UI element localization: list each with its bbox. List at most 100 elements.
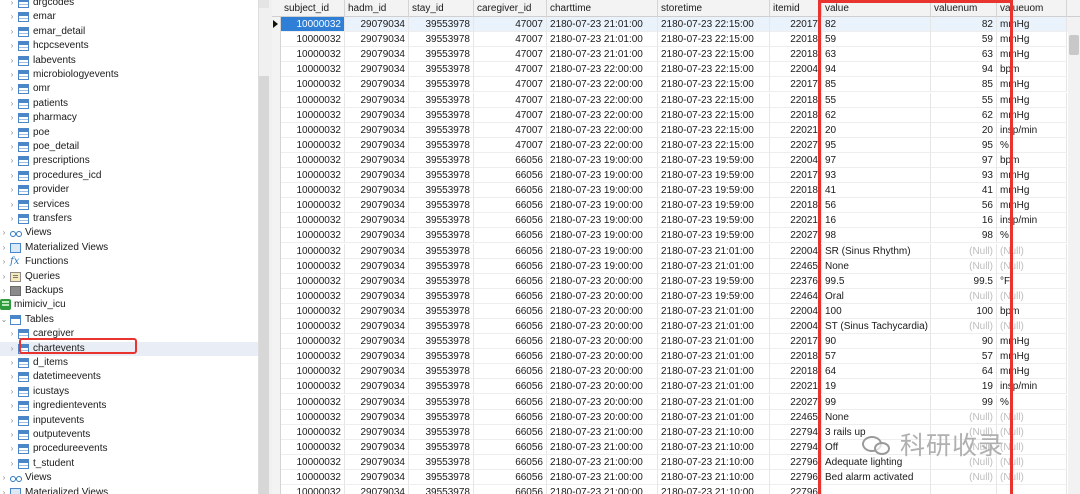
table-row[interactable]: 10000032 29079034 39553978 66056 2180-07-23 … (281, 273, 1080, 289)
cell-subject-id[interactable]: 10000032 (281, 213, 345, 229)
cell-storetime[interactable]: 2180-07-23 22:15:00 (658, 122, 770, 138)
cell-stay-id[interactable]: 39553978 (409, 424, 474, 440)
cell-caregiver-id[interactable]: 47007 (474, 137, 547, 153)
nav-item-emar-detail[interactable]: › emar_detail (0, 25, 258, 39)
cell-itemid[interactable]: 22018 (770, 92, 822, 108)
nav-item-omr[interactable]: › omr (0, 82, 258, 96)
nav-item-functions[interactable]: › fx Functions (0, 255, 258, 269)
nav-item-views[interactable]: › Views (0, 471, 258, 485)
cell-storetime[interactable]: 2180-07-23 21:01:00 (658, 334, 770, 350)
column-header-hadm-id[interactable]: hadm_id (345, 0, 409, 17)
cell-stay-id[interactable]: 39553978 (409, 439, 474, 455)
chevron-right-icon[interactable]: › (8, 399, 16, 413)
cell-storetime[interactable]: 2180-07-23 21:10:00 (658, 439, 770, 455)
cell-hadm-id[interactable]: 29079034 (345, 364, 409, 380)
nav-item-ingredientevents[interactable]: › ingredientevents (0, 399, 258, 413)
table-row[interactable]: 10000032 29079034 39553978 47007 2180-07-23 … (281, 77, 1080, 93)
cell-itemid[interactable]: 22796 (770, 470, 822, 486)
chevron-right-icon[interactable]: › (8, 457, 16, 471)
cell-hadm-id[interactable]: 29079034 (345, 349, 409, 365)
column-header-valueuom[interactable]: valueuom (997, 0, 1067, 17)
cell-caregiver-id[interactable]: 66056 (474, 288, 547, 304)
cell-itemid[interactable]: 22017 (770, 17, 822, 33)
cell-storetime[interactable]: 2180-07-23 19:59:00 (658, 198, 770, 214)
cell-caregiver-id[interactable]: 66056 (474, 213, 547, 229)
cell-caregiver-id[interactable]: 66056 (474, 485, 547, 494)
cell-subject-id[interactable]: 10000032 (281, 152, 345, 168)
cell-charttime[interactable]: 2180-07-23 22:00:00 (547, 92, 658, 108)
cell-itemid[interactable]: 22376 (770, 273, 822, 289)
cell-value[interactable]: None (822, 258, 931, 274)
cell-hadm-id[interactable]: 29079034 (345, 152, 409, 168)
table-row[interactable]: 10000032 29079034 39553978 47007 2180-07-23 … (281, 62, 1080, 78)
cell-charttime[interactable]: 2180-07-23 19:00:00 (547, 168, 658, 184)
table-row[interactable]: 10000032 29079034 39553978 66056 2180-07-23 … (281, 152, 1080, 168)
cell-subject-id[interactable]: 10000032 (281, 228, 345, 244)
cell-hadm-id[interactable]: 29079034 (345, 394, 409, 410)
cell-valueuom[interactable]: mmHg (997, 92, 1067, 108)
cell-stay-id[interactable]: 39553978 (409, 137, 474, 153)
cell-storetime[interactable]: 2180-07-23 22:15:00 (658, 77, 770, 93)
cell-subject-id[interactable]: 10000032 (281, 424, 345, 440)
cell-caregiver-id[interactable]: 47007 (474, 92, 547, 108)
cell-itemid[interactable]: 22004 (770, 152, 822, 168)
cell-storetime[interactable]: 2180-07-23 19:59:00 (658, 288, 770, 304)
cell-charttime[interactable]: 2180-07-23 21:01:00 (547, 32, 658, 48)
cell-value[interactable]: 99 (822, 394, 931, 410)
cell-valuenum[interactable]: (Null) (931, 470, 997, 486)
nav-item-queries[interactable]: › Queries (0, 270, 258, 284)
cell-stay-id[interactable]: 39553978 (409, 168, 474, 184)
cell-valueuom[interactable]: mmHg (997, 32, 1067, 48)
chevron-right-icon[interactable]: › (0, 255, 8, 269)
nav-item-services[interactable]: › services (0, 198, 258, 212)
cell-valuenum[interactable]: 59 (931, 32, 997, 48)
cell-valueuom[interactable]: mmHg (997, 168, 1067, 184)
cell-value[interactable]: 55 (822, 92, 931, 108)
cell-value[interactable]: 57 (822, 349, 931, 365)
cell-stay-id[interactable]: 39553978 (409, 243, 474, 259)
cell-caregiver-id[interactable]: 66056 (474, 258, 547, 274)
cell-valuenum[interactable]: 99.5 (931, 273, 997, 289)
cell-charttime[interactable]: 2180-07-23 19:00:00 (547, 213, 658, 229)
cell-caregiver-id[interactable]: 47007 (474, 17, 547, 33)
cell-itemid[interactable]: 22464 (770, 288, 822, 304)
cell-stay-id[interactable]: 39553978 (409, 470, 474, 486)
column-header-valuenum[interactable]: valuenum (931, 0, 997, 17)
cell-charttime[interactable]: 2180-07-23 21:00:00 (547, 470, 658, 486)
cell-subject-id[interactable]: 10000032 (281, 303, 345, 319)
cell-caregiver-id[interactable]: 47007 (474, 47, 547, 63)
cell-caregiver-id[interactable]: 66056 (474, 319, 547, 335)
table-row[interactable]: 10000032 29079034 39553978 47007 2180-07-23 … (281, 137, 1080, 153)
cell-subject-id[interactable]: 10000032 (281, 183, 345, 199)
cell-valueuom[interactable]: insp/min (997, 122, 1067, 138)
cell-value[interactable]: 94 (822, 62, 931, 78)
chevron-right-icon[interactable]: › (8, 10, 16, 24)
cell-itemid[interactable]: 22796 (770, 485, 822, 494)
cell-subject-id[interactable]: 10000032 (281, 288, 345, 304)
cell-caregiver-id[interactable]: 66056 (474, 303, 547, 319)
cell-charttime[interactable]: 2180-07-23 20:00:00 (547, 288, 658, 304)
cell-caregiver-id[interactable]: 66056 (474, 183, 547, 199)
cell-value[interactable]: Bed alarm activated (822, 470, 931, 486)
cell-charttime[interactable]: 2180-07-23 20:00:00 (547, 379, 658, 395)
column-header-charttime[interactable]: charttime (547, 0, 658, 17)
cell-stay-id[interactable]: 39553978 (409, 47, 474, 63)
column-header-storetime[interactable]: storetime (658, 0, 770, 17)
cell-itemid[interactable]: 22018 (770, 349, 822, 365)
cell-value[interactable]: 59 (822, 32, 931, 48)
cell-stay-id[interactable]: 39553978 (409, 183, 474, 199)
chevron-right-icon[interactable]: › (8, 212, 16, 226)
cell-storetime[interactable]: 2180-07-23 21:01:00 (658, 243, 770, 259)
cell-value[interactable]: 20 (822, 122, 931, 138)
cell-valueuom[interactable] (997, 485, 1067, 494)
cell-storetime[interactable]: 2180-07-23 21:01:00 (658, 394, 770, 410)
cell-charttime[interactable]: 2180-07-23 20:00:00 (547, 364, 658, 380)
chevron-right-icon[interactable]: › (8, 97, 16, 111)
cell-valueuom[interactable]: mmHg (997, 77, 1067, 93)
cell-hadm-id[interactable]: 29079034 (345, 288, 409, 304)
cell-storetime[interactable]: 2180-07-23 22:15:00 (658, 92, 770, 108)
cell-value[interactable]: 95 (822, 137, 931, 153)
cell-itemid[interactable]: 22017 (770, 168, 822, 184)
cell-value[interactable]: 63 (822, 47, 931, 63)
table-row[interactable]: 10000032 29079034 39553978 66056 2180-07-23 … (281, 243, 1080, 259)
